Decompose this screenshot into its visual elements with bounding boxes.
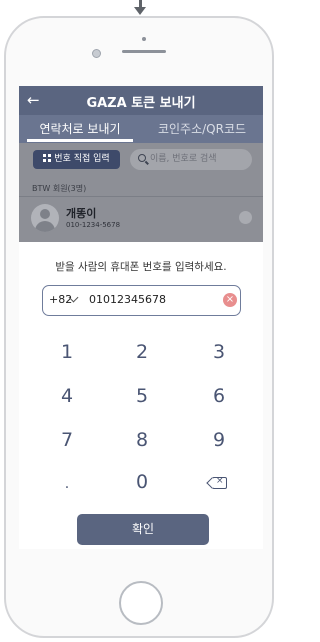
app-header: ← GAZA 토큰 보내기 [19, 86, 263, 115]
front-camera [92, 49, 101, 58]
sheet-prompt: 받을 사람의 휴대폰 번호를 입력하세요. [55, 261, 227, 273]
key-8[interactable]: 8 [112, 425, 172, 455]
key-6[interactable]: 6 [189, 381, 249, 411]
grid-icon [43, 154, 52, 162]
group-divider [19, 196, 263, 197]
select-radio[interactable] [239, 211, 252, 224]
home-button[interactable] [119, 581, 163, 625]
page-title: GAZA 토큰 보내기 [86, 96, 196, 111]
group-label: BTW 회원(3명) [32, 184, 87, 193]
confirm-button[interactable]: 확인 [77, 514, 209, 545]
contact-name: 개똥이 [66, 207, 97, 220]
key-3[interactable]: 3 [189, 337, 249, 367]
tab-coin-address-qr[interactable]: 코인주소/QR코드 [141, 115, 263, 143]
key-4[interactable]: 4 [37, 381, 97, 411]
contact-phone: 010-1234-5678 [66, 221, 121, 229]
clear-icon[interactable]: × [223, 293, 237, 307]
key-7[interactable]: 7 [37, 425, 97, 455]
key-2[interactable]: 2 [112, 337, 172, 367]
search-placeholder: 이름, 번호로 검색 [150, 154, 217, 164]
pointer-arrow-icon [134, 7, 146, 15]
tab-bar: 연락처로 보내기 코인주소/QR코드 [19, 115, 263, 143]
front-sensor [142, 37, 146, 41]
key-1[interactable]: 1 [37, 337, 97, 367]
direct-input-label: 번호 직접 입력 [54, 154, 110, 164]
app-screen: ← GAZA 토큰 보내기 연락처로 보내기 코인주소/QR코드 번호 직접 입… [19, 86, 263, 549]
key-0[interactable]: 0 [112, 467, 172, 497]
avatar [31, 204, 59, 232]
country-code-select[interactable]: +82 [49, 293, 72, 306]
active-tab-indicator [27, 139, 133, 142]
tab-send-to-contacts[interactable]: 연락처로 보내기 [19, 115, 141, 143]
tab-label: 연락처로 보내기 [39, 122, 121, 136]
earpiece-speaker [122, 50, 166, 53]
tab-label: 코인주소/QR코드 [157, 122, 247, 136]
direct-input-button[interactable]: 번호 직접 입력 [33, 150, 120, 169]
key-9[interactable]: 9 [189, 425, 249, 455]
backspace-x: × [216, 476, 224, 486]
phone-input-sheet: 받을 사람의 휴대폰 번호를 입력하세요. +82 01012345678 × … [19, 242, 263, 549]
search-icon [138, 154, 146, 162]
search-toolbar: 번호 직접 입력 이름, 번호로 검색 [19, 143, 263, 178]
phone-number-value[interactable]: 01012345678 [89, 293, 166, 306]
key-5[interactable]: 5 [112, 381, 172, 411]
search-input[interactable]: 이름, 번호로 검색 [130, 149, 252, 170]
key-dot[interactable]: . [37, 469, 97, 499]
list-item[interactable]: 개똥이 010-1234-5678 [19, 198, 263, 242]
contact-list: BTW 회원(3명) 개똥이 010-1234-5678 [19, 178, 263, 244]
phone-number-field[interactable]: +82 01012345678 × [42, 285, 241, 316]
backspace-icon[interactable]: × [189, 467, 249, 497]
